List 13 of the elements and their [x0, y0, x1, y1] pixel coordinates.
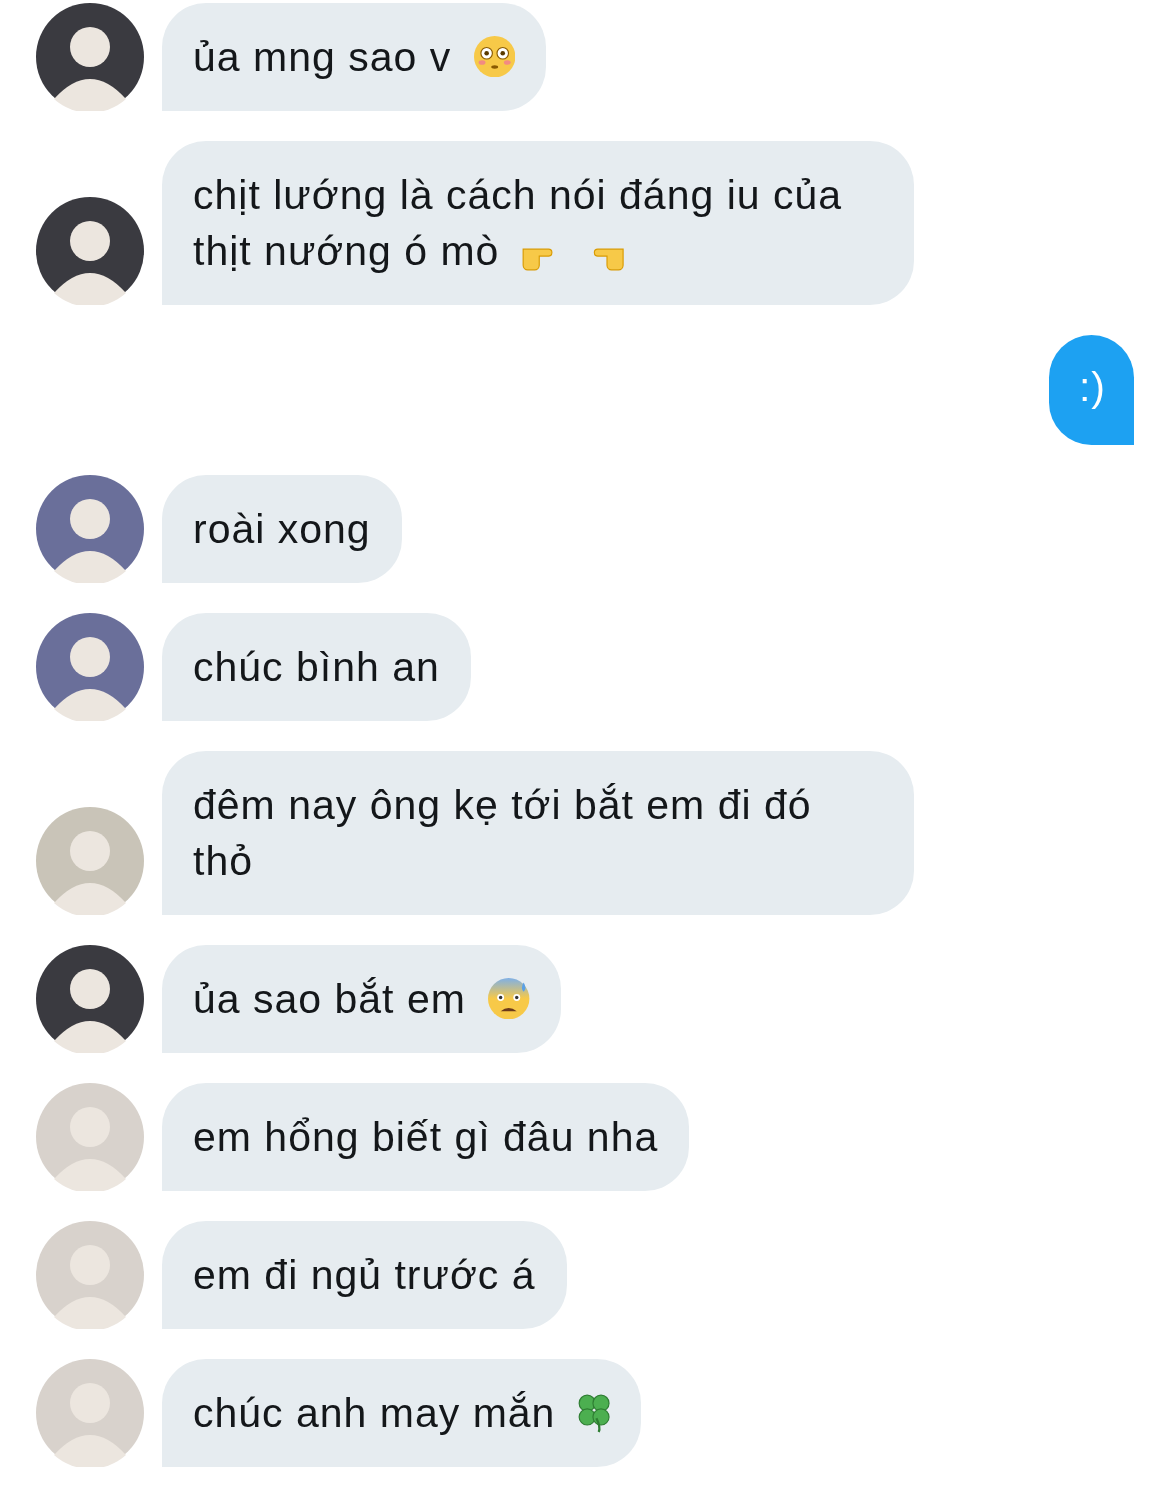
message-bubble: ủa sao bắt em: [162, 945, 561, 1053]
message-bubble: chúc bình an: [162, 613, 471, 721]
message-bubble: :): [1048, 335, 1134, 445]
message-bubble: chúc anh may mắn: [162, 1359, 641, 1467]
flushed-face-icon: [473, 35, 515, 77]
clover-icon: [577, 1393, 610, 1433]
message-bubble: em đi ngủ trước á: [162, 1221, 567, 1329]
sweating-face-icon: [488, 977, 530, 1019]
message-bubble: đêm nay ông kẹ tới bắt em đi đó thỏ: [162, 751, 914, 915]
message-bubble: ủa mng sao v: [162, 3, 546, 111]
message-bubble: roài xong: [162, 475, 402, 583]
message-bubble: chịt lướng là cách nói đáng iu của thịt nướng ó mò: [162, 141, 914, 305]
message-bubble: em hổng biết gì đâu nha: [162, 1083, 690, 1191]
